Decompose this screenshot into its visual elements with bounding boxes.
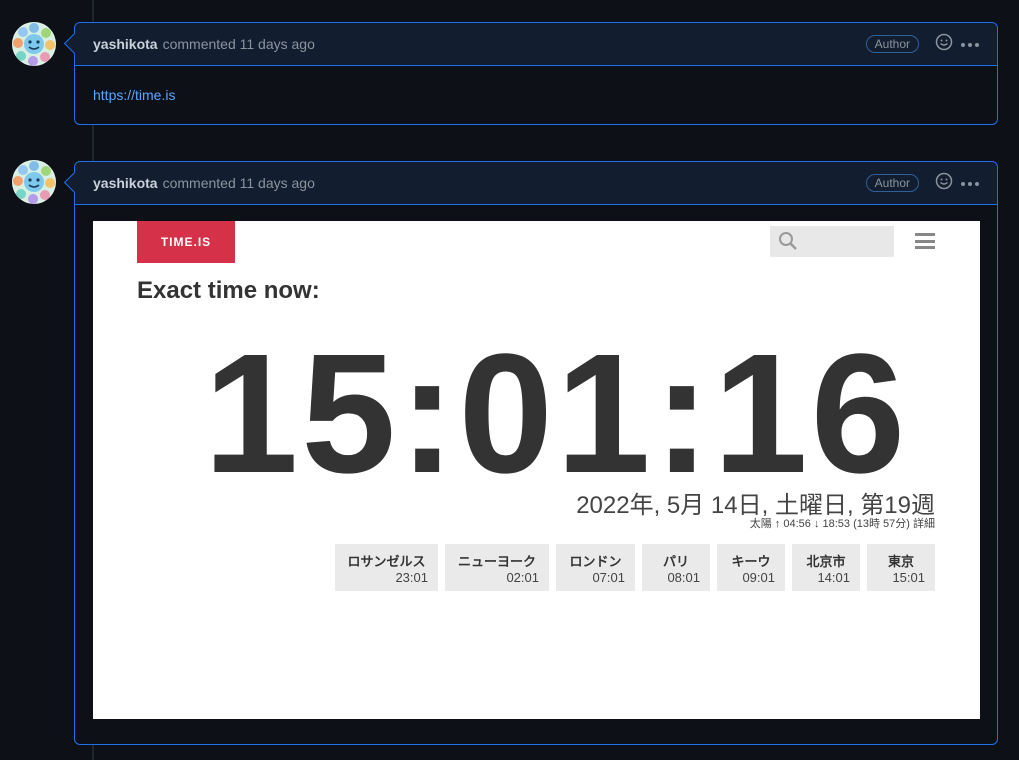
city-box: ロサンゼルス 23:01 (335, 544, 438, 591)
city-time: 09:01 (742, 569, 775, 585)
city-box: キーウ 09:01 (717, 544, 785, 591)
city-box: 北京市 14:01 (792, 544, 860, 591)
city-time: 14:01 (817, 569, 850, 585)
city-time: 02:01 (506, 569, 539, 585)
city-box: パリ 08:01 (642, 544, 710, 591)
city-name: 東京 (887, 553, 914, 569)
embedded-screenshot[interactable]: TIME.IS Exact time now: 15:01:16 2022年, … (93, 221, 980, 719)
avatar[interactable] (12, 160, 56, 204)
city-box: ニューヨーク 02:01 (445, 544, 549, 591)
sun-info: 太陽 ↑ 04:56 ↓ 18:53 (13時 57分) 詳細 (749, 518, 935, 530)
timeis-logo: TIME.IS (137, 221, 235, 263)
comment-author[interactable]: yashikota (93, 175, 158, 191)
city-time: 08:01 (667, 569, 700, 585)
search-box (770, 226, 894, 257)
hamburger-icon (915, 233, 935, 249)
city-times: ロサンゼルス 23:01 ニューヨーク 02:01 ロンドン 07:01 パリ … (335, 544, 935, 591)
avatar[interactable] (12, 22, 56, 66)
comment-body: https://time.is (75, 66, 997, 124)
author-badge: Author (865, 174, 919, 192)
comment-header: yashikota commented 11 days ago Author (75, 162, 997, 205)
search-icon (778, 231, 798, 256)
city-name: キーウ (731, 553, 771, 569)
smiley-icon[interactable] (935, 172, 953, 195)
kebab-horizontal-icon[interactable] (961, 35, 979, 53)
author-badge: Author (865, 35, 919, 53)
clock-display: 15:01:16 (203, 319, 909, 509)
comment-header: yashikota commented 11 days ago Author (75, 23, 997, 66)
city-name: ニューヨーク (457, 553, 536, 569)
city-name: 北京市 (806, 553, 846, 569)
comment-author[interactable]: yashikota (93, 36, 158, 52)
city-time: 23:01 (395, 569, 428, 585)
page-heading: Exact time now: (137, 277, 320, 304)
city-box: 東京 15:01 (867, 544, 935, 591)
city-time: 07:01 (592, 569, 625, 585)
comment-timestamp[interactable]: commented 11 days ago (163, 36, 315, 52)
city-name: パリ (662, 553, 689, 569)
comment-1: yashikota commented 11 days ago Author h… (74, 22, 998, 125)
city-box: ロンドン 07:01 (556, 544, 635, 591)
comment-2: yashikota commented 11 days ago Author T… (74, 161, 998, 745)
smiley-icon[interactable] (935, 33, 953, 56)
comment-timestamp[interactable]: commented 11 days ago (163, 175, 315, 191)
comment-link[interactable]: https://time.is (93, 87, 175, 103)
kebab-horizontal-icon[interactable] (961, 174, 979, 192)
city-time: 15:01 (892, 569, 925, 585)
city-name: ロサンゼルス (347, 553, 426, 569)
city-name: ロンドン (569, 553, 622, 569)
